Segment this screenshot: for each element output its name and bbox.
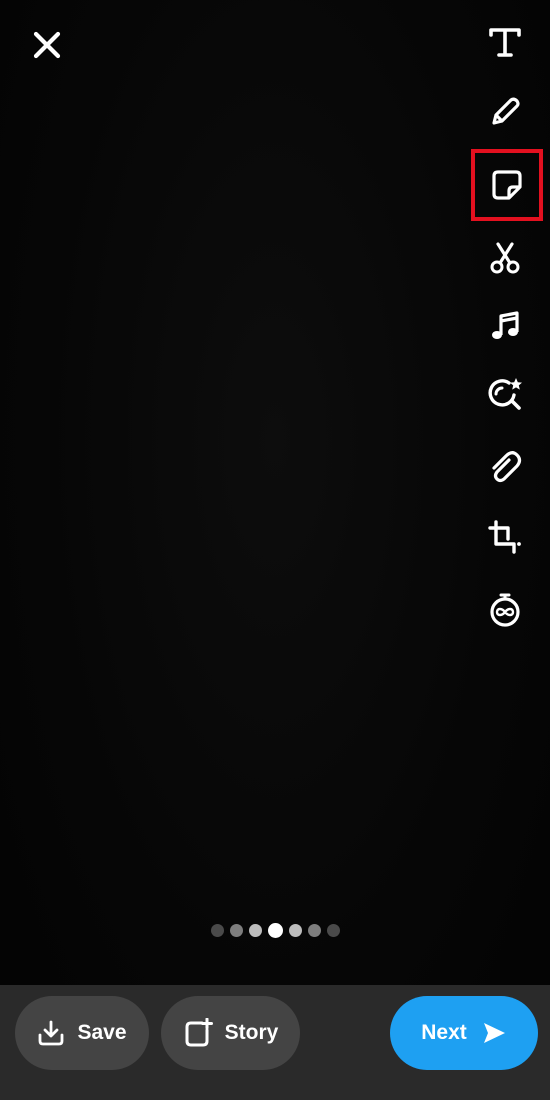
close-icon [33, 31, 61, 59]
next-label: Next [421, 1021, 467, 1044]
save-button[interactable]: Save [15, 996, 149, 1070]
lens-search-icon [488, 378, 522, 410]
draw-tool-button[interactable] [473, 80, 537, 144]
story-button[interactable]: Story [161, 996, 300, 1070]
story-label: Story [224, 1021, 279, 1044]
crop-icon [488, 520, 521, 554]
page-dot [210, 923, 224, 937]
send-arrow-icon [481, 1020, 507, 1046]
editing-toolbar [470, 0, 550, 650]
text-tool-button[interactable] [473, 10, 537, 74]
page-dot [248, 923, 262, 937]
timer-tool-button[interactable] [473, 578, 537, 642]
attachment-tool-button[interactable] [473, 436, 537, 500]
crop-tool-button[interactable] [473, 505, 537, 569]
page-dot-active [267, 922, 283, 938]
lens-tool-button[interactable] [473, 362, 537, 426]
scissors-icon [490, 242, 520, 274]
music-icon [492, 311, 519, 339]
page-dot [307, 923, 321, 937]
bottom-action-bar: Save Story Next [0, 985, 550, 1100]
music-tool-button[interactable] [473, 294, 537, 358]
download-icon [37, 1019, 65, 1047]
page-dot [288, 923, 302, 937]
sticker-tool-button[interactable] [471, 149, 543, 221]
text-icon [489, 28, 521, 57]
page-indicator [0, 920, 550, 940]
paperclip-icon [492, 451, 522, 483]
close-button[interactable] [28, 26, 66, 64]
page-dot [229, 923, 243, 937]
sticker-icon [492, 170, 522, 200]
timer-infinity-icon [490, 593, 520, 627]
add-story-icon [183, 1018, 213, 1048]
save-label: Save [77, 1021, 127, 1044]
page-dot [326, 923, 340, 937]
pencil-icon [492, 97, 520, 125]
snap-editor-screen: Save Story Next [0, 0, 550, 1100]
scissors-tool-button[interactable] [473, 226, 537, 290]
next-button[interactable]: Next [390, 996, 538, 1070]
